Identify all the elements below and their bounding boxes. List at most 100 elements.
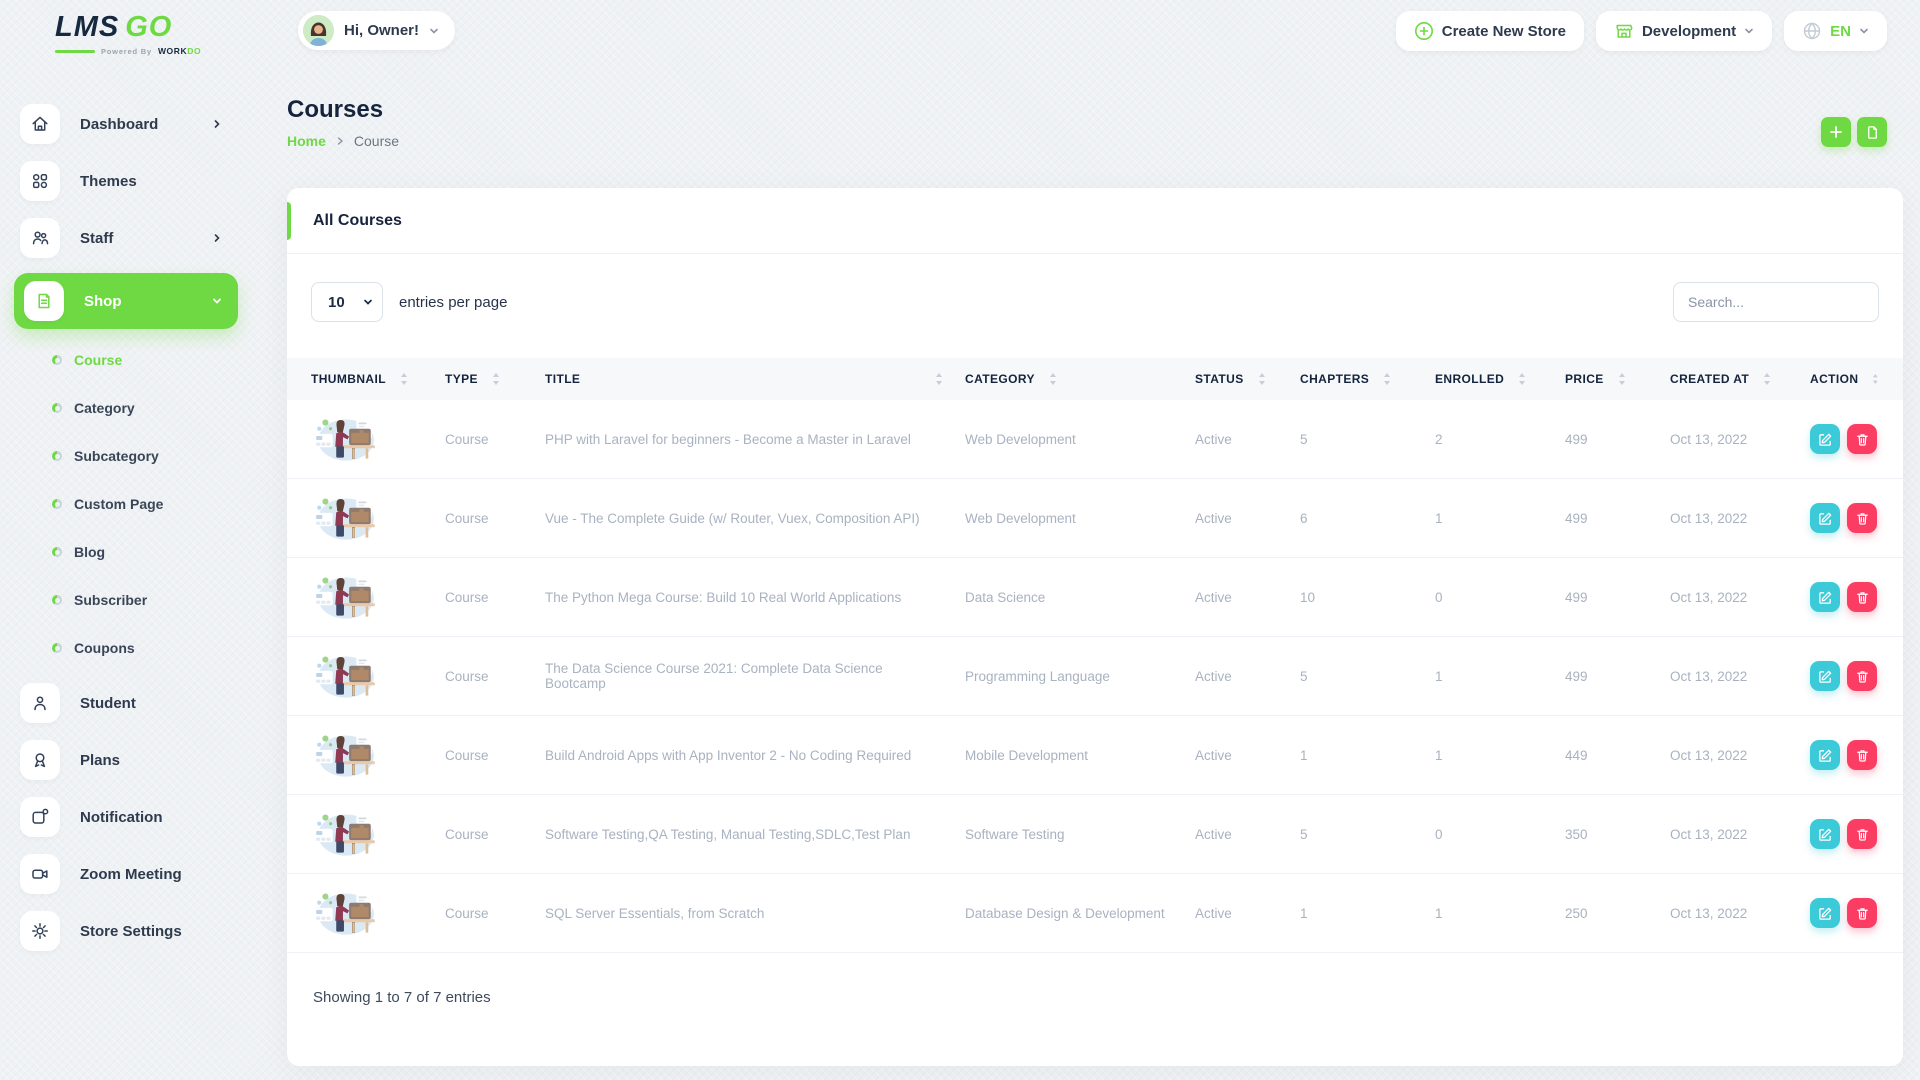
course-category: Programming Language	[965, 669, 1195, 684]
edit-button[interactable]	[1810, 424, 1840, 454]
sidebar-subitem-subcategory[interactable]: Subcategory	[52, 441, 250, 471]
course-thumbnail[interactable]	[311, 652, 379, 698]
sort-icon[interactable]	[1049, 372, 1057, 386]
sort-icon[interactable]	[1618, 372, 1626, 386]
column-header[interactable]: PRICE	[1565, 372, 1670, 386]
course-thumbnail[interactable]	[311, 889, 379, 935]
sort-icon[interactable]	[1518, 372, 1526, 386]
sidebar-item-shop[interactable]: Shop	[14, 273, 238, 329]
course-status: Active	[1195, 906, 1300, 921]
trash-icon	[1855, 748, 1870, 763]
course-created-at: Oct 13, 2022	[1670, 827, 1810, 842]
sidebar-subitem-blog[interactable]: Blog	[52, 537, 250, 567]
course-thumbnail[interactable]	[311, 573, 379, 619]
entries-per-page-select[interactable]: 10	[311, 282, 383, 322]
delete-button[interactable]	[1847, 819, 1877, 849]
sort-icon[interactable]	[492, 372, 500, 386]
add-course-button[interactable]	[1821, 117, 1851, 147]
delete-button[interactable]	[1847, 424, 1877, 454]
delete-button[interactable]	[1847, 740, 1877, 770]
delete-button[interactable]	[1847, 582, 1877, 612]
sort-icon[interactable]	[1872, 372, 1879, 386]
trash-icon	[1855, 590, 1870, 605]
course-thumbnail[interactable]	[311, 415, 379, 461]
create-new-store-button[interactable]: Create New Store	[1396, 11, 1584, 51]
language-selector[interactable]: EN	[1784, 11, 1887, 51]
sidebar-item-student[interactable]: Student	[20, 681, 240, 725]
sidebar-item-themes[interactable]: Themes	[20, 159, 240, 203]
edit-button[interactable]	[1810, 898, 1840, 928]
column-header[interactable]: CATEGORY	[965, 372, 1195, 386]
course-enrolled: 0	[1435, 590, 1565, 605]
sidebar-subitem-course[interactable]: Course	[52, 345, 250, 375]
sidebar-subitem-subscriber[interactable]: Subscriber	[52, 585, 250, 615]
course-thumbnail[interactable]	[311, 731, 379, 777]
sidebar-item-plans[interactable]: Plans	[20, 738, 240, 782]
delete-button[interactable]	[1847, 503, 1877, 533]
table-row: Course The Data Science Course 2021: Com…	[287, 637, 1903, 716]
sort-icon[interactable]	[1383, 372, 1391, 386]
globe-icon	[1802, 21, 1822, 41]
column-header[interactable]: TYPE	[445, 372, 545, 386]
course-chapters: 5	[1300, 432, 1435, 447]
course-price: 499	[1565, 432, 1670, 447]
sort-icon[interactable]	[1763, 372, 1771, 386]
user-menu[interactable]: Hi, Owner!	[298, 11, 455, 50]
breadcrumb-home-link[interactable]: Home	[287, 133, 326, 149]
page-header: Courses Home Course	[287, 96, 1903, 149]
sidebar-item-notification[interactable]: Notification	[20, 795, 240, 839]
sort-icon[interactable]	[1258, 372, 1266, 386]
export-button[interactable]	[1857, 117, 1887, 147]
edit-button[interactable]	[1810, 661, 1840, 691]
edit-button[interactable]	[1810, 740, 1840, 770]
sidebar-item-zoom-meeting[interactable]: Zoom Meeting	[20, 852, 240, 896]
card-title: All Courses	[313, 212, 402, 230]
app-logo[interactable]: LMS GO Powered By WORKDO	[55, 11, 205, 56]
column-header[interactable]: THUMBNAIL	[311, 372, 445, 386]
column-header[interactable]: CREATED AT	[1670, 372, 1810, 386]
store-selector[interactable]: Development	[1596, 11, 1772, 51]
sidebar-subitem-coupons[interactable]: Coupons	[52, 633, 250, 663]
trash-icon	[1855, 906, 1870, 921]
sidebar-subitem-custom-page[interactable]: Custom Page	[52, 489, 250, 519]
sidebar-item-dashboard[interactable]: Dashboard	[20, 102, 240, 146]
edit-button[interactable]	[1810, 582, 1840, 612]
gear-icon	[20, 911, 60, 951]
topbar-actions: Create New Store Development EN	[1396, 11, 1887, 51]
powered-by-brand: WORKDO	[158, 46, 201, 56]
course-enrolled: 1	[1435, 669, 1565, 684]
course-status: Active	[1195, 827, 1300, 842]
column-header[interactable]: ACTION	[1810, 372, 1879, 386]
course-price: 499	[1565, 511, 1670, 526]
edit-pencil-icon	[1818, 432, 1833, 447]
edit-button[interactable]	[1810, 819, 1840, 849]
delete-button[interactable]	[1847, 898, 1877, 928]
chevron-down-icon	[429, 26, 439, 36]
course-price: 350	[1565, 827, 1670, 842]
logo-text-go: GO	[125, 11, 172, 44]
course-enrolled: 1	[1435, 906, 1565, 921]
sort-icon[interactable]	[400, 372, 408, 386]
course-price: 499	[1565, 590, 1670, 605]
table-row: Course Software Testing,QA Testing, Manu…	[287, 795, 1903, 874]
course-created-at: Oct 13, 2022	[1670, 432, 1810, 447]
course-title: PHP with Laravel for beginners - Become …	[545, 432, 965, 447]
logo-text-lms: LMS	[55, 11, 119, 44]
chevron-right-icon	[336, 136, 344, 146]
column-header[interactable]: TITLE	[545, 372, 965, 386]
edit-button[interactable]	[1810, 503, 1840, 533]
sidebar-item-store-settings[interactable]: Store Settings	[20, 909, 240, 953]
column-header[interactable]: STATUS	[1195, 372, 1300, 386]
course-thumbnail[interactable]	[311, 810, 379, 856]
trash-icon	[1855, 511, 1870, 526]
sidebar-subitem-category[interactable]: Category	[52, 393, 250, 423]
search-input[interactable]	[1673, 282, 1879, 322]
course-thumbnail[interactable]	[311, 494, 379, 540]
delete-button[interactable]	[1847, 661, 1877, 691]
sort-icon[interactable]	[935, 372, 943, 386]
column-header[interactable]: ENROLLED	[1435, 372, 1565, 386]
column-header[interactable]: CHAPTERS	[1300, 372, 1435, 386]
sidebar-item-staff[interactable]: Staff	[20, 216, 240, 260]
course-enrolled: 1	[1435, 511, 1565, 526]
course-status: Active	[1195, 590, 1300, 605]
